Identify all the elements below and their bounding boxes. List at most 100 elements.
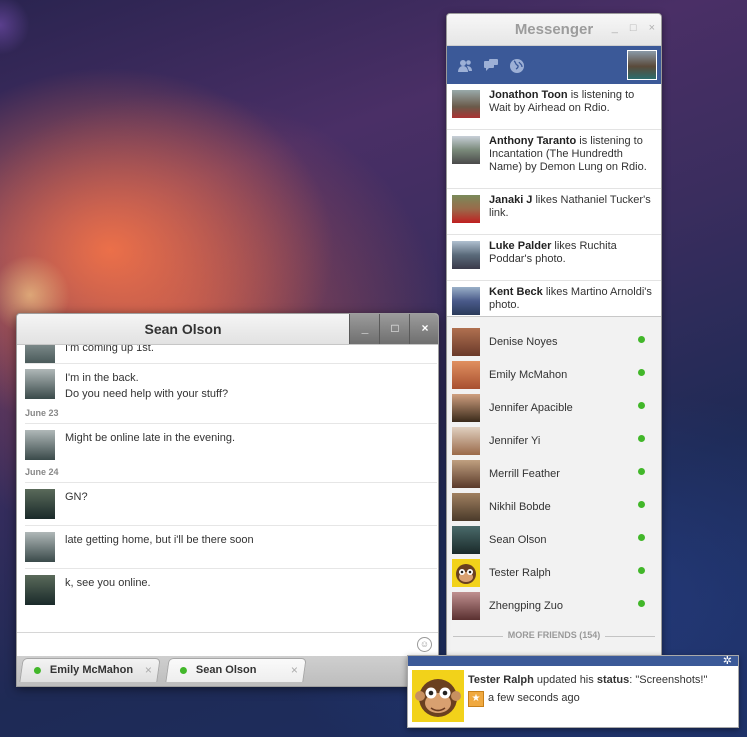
tab-sean-olson[interactable]: Sean Olson ×	[165, 658, 307, 682]
ticker-actor[interactable]: Anthony Taranto	[489, 135, 576, 147]
ticker-actor[interactable]: Luke Palder	[489, 240, 551, 252]
messenger-toolbar	[447, 46, 661, 84]
friend-item[interactable]: Tester Ralph	[447, 557, 661, 590]
message-text: Do you need help with your stuff?	[65, 388, 229, 400]
friends-list: Denise Noyes Emily McMahon Jennifer Apac…	[447, 326, 661, 623]
avatar	[452, 559, 480, 587]
avatar	[452, 241, 480, 269]
divider	[605, 636, 655, 637]
maximize-button[interactable]: □	[379, 314, 410, 344]
online-indicator	[638, 600, 645, 607]
online-indicator	[638, 369, 645, 376]
online-indicator	[638, 468, 645, 475]
bokeh-orb	[0, 0, 30, 55]
friend-name: Jennifer Yi	[489, 435, 541, 447]
more-friends-label: MORE FRIENDS (154)	[507, 630, 601, 640]
message-text: I'm coming up 1st.	[65, 345, 154, 354]
friends-icon[interactable]	[457, 58, 473, 74]
ticker-actor[interactable]: Janaki J	[489, 194, 532, 206]
friend-item[interactable]: Jennifer Apacible	[447, 392, 661, 425]
avatar	[452, 195, 480, 223]
avatar	[25, 430, 55, 460]
chat-title: Sean Olson	[144, 321, 222, 337]
divider	[25, 423, 437, 424]
friend-name: Jennifer Apacible	[489, 402, 573, 414]
avatar	[25, 532, 55, 562]
close-icon[interactable]: ×	[145, 663, 152, 677]
close-icon[interactable]: ×	[291, 663, 298, 677]
close-button[interactable]: ×	[409, 314, 438, 344]
tab-emily-mcmahon[interactable]: Emily McMahon ×	[19, 658, 161, 682]
notification-actor[interactable]: Tester Ralph	[468, 674, 534, 686]
friend-item[interactable]: Denise Noyes	[447, 326, 661, 359]
ticker-item[interactable]: Anthony Taranto is listening to Incantat…	[447, 130, 661, 189]
message-text: Might be online late in the evening.	[65, 432, 236, 444]
date-label: June 23	[25, 408, 59, 418]
ticker-item[interactable]: Luke Palder likes Ruchita Poddar's photo…	[447, 235, 661, 281]
globe-icon[interactable]	[509, 58, 525, 74]
friend-item[interactable]: Merrill Feather	[447, 458, 661, 491]
emoticon-icon[interactable]: ☺	[417, 637, 432, 652]
tab-label: Emily McMahon	[49, 664, 134, 676]
messenger-window: Messenger _ □ × Jonathon Toon is listeni…	[446, 13, 662, 657]
messages-icon[interactable]	[483, 58, 499, 74]
friend-item[interactable]: Sean Olson	[447, 524, 661, 557]
friend-item[interactable]: Jennifer Yi	[447, 425, 661, 458]
online-indicator	[638, 501, 645, 508]
avatar	[25, 345, 55, 363]
date-label: June 24	[25, 467, 59, 477]
ticker-item[interactable]: Janaki J likes Nathaniel Tucker's link.	[447, 189, 661, 235]
message-text: late getting home, but i'll be there soo…	[65, 534, 254, 546]
close-button[interactable]: ×	[649, 22, 655, 34]
notification-status-link[interactable]: status	[597, 674, 629, 686]
tab-label: Sean Olson	[195, 664, 257, 676]
ticker-actor[interactable]: Jonathon Toon	[489, 89, 568, 101]
avatar	[452, 493, 480, 521]
messenger-titlebar: Messenger _ □ ×	[447, 14, 661, 46]
minimize-button[interactable]: _	[349, 314, 380, 344]
avatar	[25, 369, 55, 399]
avatar	[452, 427, 480, 455]
notification-timestamp: a few seconds ago	[488, 692, 580, 704]
friend-item[interactable]: Nikhil Bobde	[447, 491, 661, 524]
chat-titlebar: Sean Olson _ □ ×	[17, 314, 438, 345]
avatar[interactable]	[627, 50, 657, 80]
notification-status-text: : "Screenshots!"	[629, 674, 708, 686]
divider	[25, 482, 437, 483]
maximize-button[interactable]: □	[630, 22, 637, 34]
message-composer: ☺	[17, 632, 438, 657]
notification-action: updated his	[536, 674, 594, 686]
message-group: I'm coming up 1st.	[17, 345, 438, 363]
friend-name: Sean Olson	[489, 534, 547, 546]
gear-icon[interactable]: ✲	[723, 654, 732, 667]
friend-item[interactable]: Emily McMahon	[447, 359, 661, 392]
divider	[453, 636, 503, 637]
message-text: I'm in the back.	[65, 372, 139, 384]
avatar	[452, 328, 480, 356]
online-indicator	[638, 402, 645, 409]
friend-name: Emily McMahon	[489, 369, 568, 381]
friend-item[interactable]: Zhengping Zuo	[447, 590, 661, 623]
message-text: k, see you online.	[65, 577, 151, 589]
online-indicator	[638, 336, 645, 343]
ticker-actor[interactable]: Kent Beck	[489, 286, 543, 298]
online-indicator	[638, 567, 645, 574]
avatar	[25, 489, 55, 519]
ticker-item[interactable]: Kent Beck likes Martino Arnoldi's photo.	[447, 281, 661, 316]
message-text: GN?	[65, 491, 88, 503]
avatar	[452, 592, 480, 620]
message-list: I'm coming up 1st. I'm in the back. Do y…	[17, 345, 438, 632]
notification-header: ✲	[408, 654, 738, 667]
ticker-item[interactable]: Jonathon Toon is listening to Wait by Ai…	[447, 84, 661, 130]
divider	[25, 363, 437, 364]
minimize-button[interactable]: _	[612, 22, 618, 34]
avatar	[412, 670, 464, 722]
notification-text: Tester Ralph updated his status: "Screen…	[468, 674, 707, 686]
avatar	[452, 526, 480, 554]
avatar	[452, 90, 480, 118]
friend-name: Nikhil Bobde	[489, 501, 551, 513]
more-friends-link[interactable]: MORE FRIENDS (154)	[453, 630, 655, 640]
message-input[interactable]	[23, 636, 407, 654]
notification-popup[interactable]: ✲ Tester Ralph updated his status: "Scre…	[407, 655, 739, 728]
online-indicator	[638, 435, 645, 442]
